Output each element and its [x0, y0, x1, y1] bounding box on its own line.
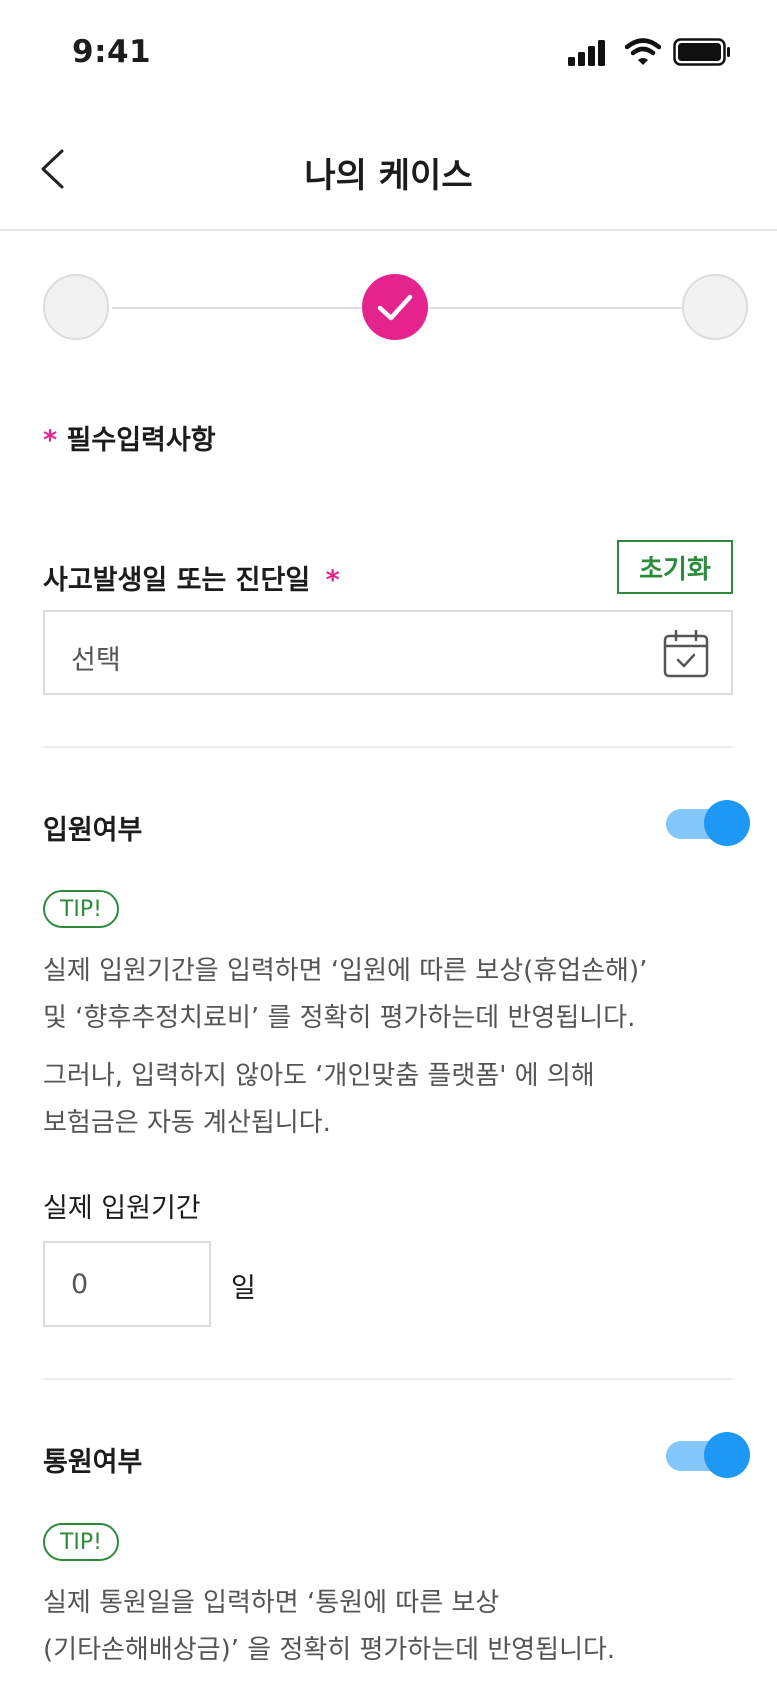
hospitalization-toggle[interactable]: [666, 800, 750, 848]
required-star: *: [43, 425, 58, 456]
calendar-icon[interactable]: [663, 630, 709, 678]
required-note: * 필수입력사항: [43, 418, 216, 457]
accident-date-field[interactable]: 선택: [43, 610, 733, 695]
step-3-indicator: [682, 274, 748, 340]
accident-date-label-text: 사고발생일 또는 진단일: [43, 565, 311, 596]
tip-line: 및 ‘향후추정치료비’ 를 정확히 평가하는데 반영됩니다.: [43, 1003, 636, 1033]
required-note-text: 필수입력사항: [66, 425, 216, 456]
tip-line: (기타손해배상금)’ 을 정확히 평가하는데 반영됩니다.: [43, 1635, 616, 1665]
toggle-knob: [704, 800, 750, 846]
accident-date-label: 사고발생일 또는 진단일 *: [43, 558, 340, 597]
outpatient-label: 통원여부: [43, 1447, 143, 1478]
hospitalization-label: 입원여부: [43, 815, 143, 846]
header-divider: [0, 229, 777, 231]
hospitalization-days-value: 0: [71, 1269, 89, 1300]
tip-line: 보험금은 자동 계산됩니다.: [43, 1108, 331, 1138]
section-divider: [43, 1378, 733, 1380]
accident-date-placeholder: 선택: [71, 645, 121, 676]
page-title: 나의 케이스: [304, 156, 473, 196]
tip-badge: TIP!: [43, 1523, 119, 1561]
status-time: 9:41: [72, 34, 152, 70]
tip-line: 실제 통원일을 입력하면 ‘통원에 따른 보상: [43, 1588, 500, 1618]
accident-date-required-star: *: [325, 565, 340, 596]
battery-icon: [673, 38, 730, 66]
days-unit: 일: [231, 1273, 256, 1304]
step-2-indicator: [362, 274, 428, 340]
outpatient-tip-text: 실제 통원일을 입력하면 ‘통원에 따른 보상 (기타손해배상금)’ 을 정확히…: [43, 1580, 743, 1674]
cellular-signal-icon: [568, 40, 605, 66]
outpatient-toggle[interactable]: [666, 1432, 750, 1480]
toggle-knob: [704, 1432, 750, 1478]
tip-badge: TIP!: [43, 890, 119, 928]
hospitalization-days-input[interactable]: 0: [43, 1241, 211, 1327]
checkmark-icon: [377, 294, 413, 321]
step-1-indicator: [43, 274, 109, 340]
hospitalization-period-label: 실제 입원기간: [43, 1193, 201, 1224]
reset-button[interactable]: 초기화: [617, 540, 733, 594]
tip-line: 실제 입원기간을 입력하면 ‘입원에 따른 보상(휴업손해)’: [43, 956, 648, 986]
wifi-icon: [625, 38, 661, 65]
tip-line: 그러나, 입력하지 않아도 ‘개인맞춤 플랫폼' 에 의해: [43, 1061, 595, 1091]
section-divider: [43, 746, 733, 748]
hospitalization-tip-note: 그러나, 입력하지 않아도 ‘개인맞춤 플랫폼' 에 의해 보험금은 자동 계산…: [43, 1053, 743, 1147]
hospitalization-tip-text: 실제 입원기간을 입력하면 ‘입원에 따른 보상(휴업손해)’ 및 ‘향후추정치…: [43, 948, 743, 1042]
